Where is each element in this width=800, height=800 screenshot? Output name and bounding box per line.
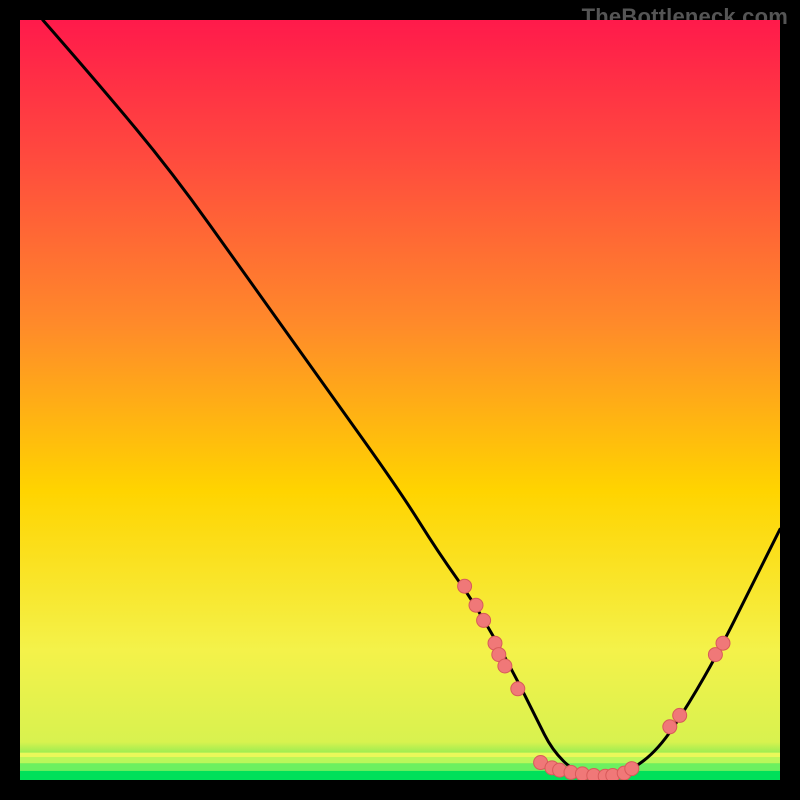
chart-frame: TheBottleneck.com <box>0 0 800 800</box>
bottleneck-chart <box>20 20 780 780</box>
chart-svg <box>20 20 780 780</box>
